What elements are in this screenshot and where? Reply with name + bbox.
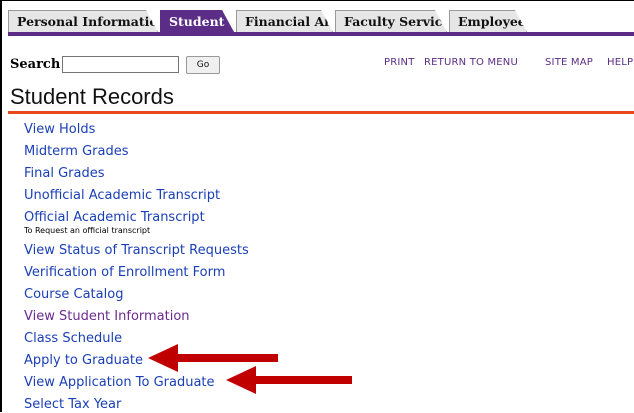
tab-personal-information[interactable]: Personal Information — [8, 10, 158, 32]
menu-item-course-catalog[interactable]: Course Catalog — [24, 287, 123, 302]
menu-item-view-application-to-graduate[interactable]: View Application To Graduate — [24, 375, 215, 390]
tab-financial-aid[interactable]: Financial Aid — [236, 10, 333, 32]
menu-item-class-schedule[interactable]: Class Schedule — [24, 331, 122, 346]
menu-item-select-tax-year[interactable]: Select Tax Year — [24, 397, 121, 412]
return-to-menu-link[interactable]: RETURN TO MENU — [424, 57, 518, 68]
site-map-link[interactable]: SITE MAP — [545, 57, 593, 68]
menu-item-apply-to-graduate[interactable]: Apply to Graduate — [24, 353, 143, 368]
search-label: Search — [10, 57, 61, 72]
menu-item-view-student-information[interactable]: View Student Information — [24, 309, 190, 324]
menu-item-verification-of-enrollment[interactable]: Verification of Enrollment Form — [24, 265, 225, 280]
search-input[interactable] — [62, 56, 179, 73]
menu-item-view-holds[interactable]: View Holds — [24, 122, 95, 137]
tab-underline — [8, 32, 634, 36]
menu-item-official-transcript[interactable]: Official Academic Transcript — [24, 210, 205, 225]
left-border — [0, 0, 2, 412]
menu-item-transcript-request-status[interactable]: View Status of Transcript Requests — [24, 243, 249, 258]
menu-item-description: To Request an official transcript — [24, 226, 151, 235]
help-link[interactable]: HELP — [607, 57, 633, 68]
menu-item-unofficial-transcript[interactable]: Unofficial Academic Transcript — [24, 188, 220, 203]
tab-student[interactable]: Student — [160, 10, 234, 32]
tab-faculty-services[interactable]: Faculty Services — [335, 10, 447, 32]
left-arrow-icon — [226, 366, 352, 394]
menu-item-midterm-grades[interactable]: Midterm Grades — [24, 144, 129, 159]
page-title: Student Records — [10, 84, 174, 109]
go-button[interactable]: Go — [186, 56, 220, 74]
menu-item-final-grades[interactable]: Final Grades — [24, 166, 105, 181]
tab-employee[interactable]: Employee — [449, 10, 527, 32]
title-rule — [8, 111, 634, 114]
print-link[interactable]: PRINT — [384, 57, 415, 68]
